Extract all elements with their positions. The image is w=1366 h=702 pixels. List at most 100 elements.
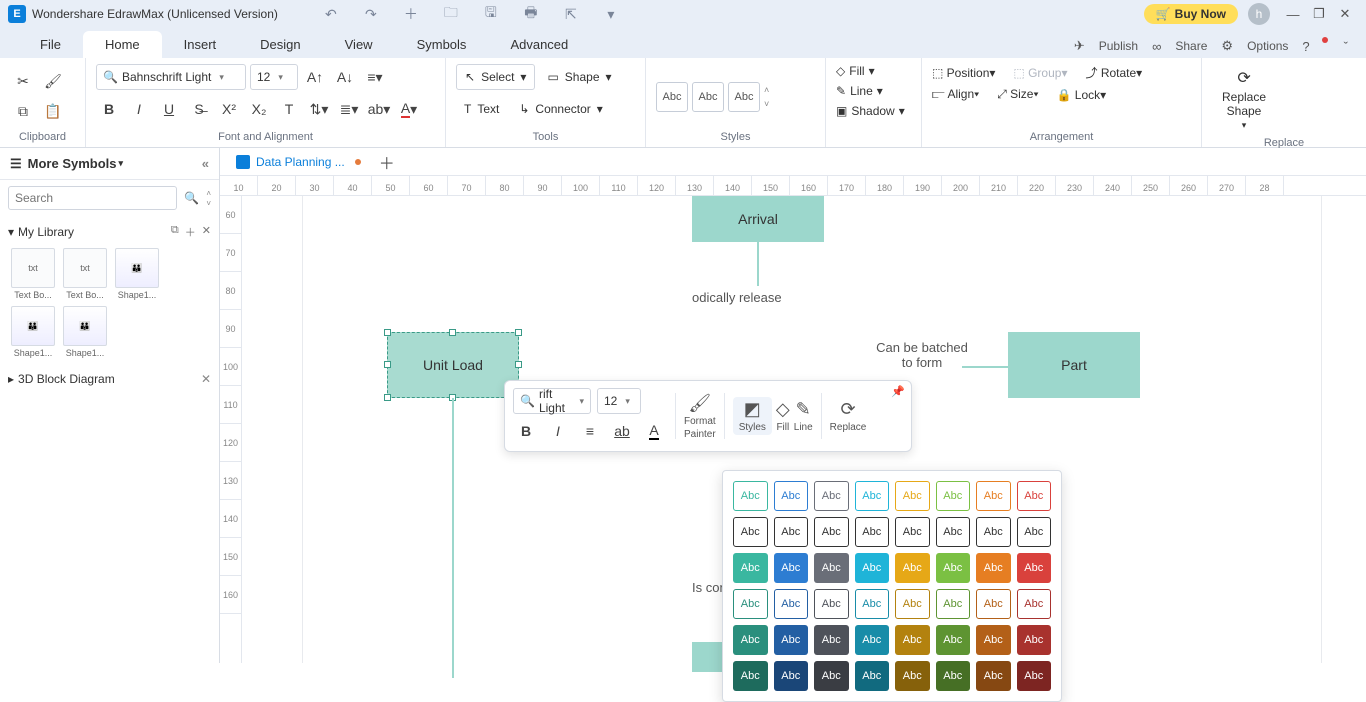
text-button[interactable]: T Text xyxy=(456,96,507,122)
style-swatch[interactable]: Abc xyxy=(936,661,971,691)
mini-bold-icon[interactable]: B xyxy=(513,418,539,444)
style-swatch[interactable]: Abc xyxy=(814,661,849,691)
style-swatch[interactable]: Abc xyxy=(855,661,890,691)
export-icon[interactable]: ⇱ xyxy=(558,1,584,27)
italic-icon[interactable]: I xyxy=(126,96,152,122)
connector-button[interactable]: ↳ Connector▾ xyxy=(511,96,610,122)
mini-fontcolor-icon[interactable]: A xyxy=(641,418,667,444)
mini-format-painter[interactable]: 🖌FormatPainter xyxy=(684,393,716,440)
style-swatch[interactable]: Abc xyxy=(855,625,890,655)
node-unit-load[interactable]: Unit Load xyxy=(387,332,519,398)
close-button[interactable]: ✕ xyxy=(1332,6,1358,22)
line-spacing-icon[interactable]: ⇅▾ xyxy=(306,96,332,122)
save-icon[interactable]: 🖫 xyxy=(478,1,504,27)
position-button[interactable]: ⬚ Position▾ xyxy=(932,66,995,80)
underline-icon[interactable]: U xyxy=(156,96,182,122)
pin-icon[interactable]: 📌 xyxy=(891,385,905,398)
symbol-search-input[interactable] xyxy=(8,186,177,210)
mini-align-icon[interactable]: ≡ xyxy=(577,418,603,444)
lock-button[interactable]: 🔒 Lock▾ xyxy=(1057,88,1107,102)
style-swatch[interactable]: Abc xyxy=(1017,481,1052,511)
highlight-icon[interactable]: ab▾ xyxy=(366,96,392,122)
mini-fill-button[interactable]: ◇Fill xyxy=(776,399,790,433)
undo-icon[interactable]: ↶ xyxy=(318,1,344,27)
select-button[interactable]: ↖ Select▾ xyxy=(456,64,535,90)
bold-icon[interactable]: B xyxy=(96,96,122,122)
strike-icon[interactable]: S̶ xyxy=(186,96,212,122)
style-swatch[interactable]: Abc xyxy=(774,625,809,655)
style-scroll-up[interactable]: ˄ xyxy=(764,85,769,95)
share-button[interactable]: Share xyxy=(1175,39,1207,53)
shrink-font-icon[interactable]: A↓ xyxy=(332,64,358,90)
format-painter-icon[interactable]: 🖌 xyxy=(40,69,66,95)
open-icon[interactable]: 🗀 xyxy=(438,1,464,27)
style-swatch[interactable]: Abc xyxy=(895,661,930,691)
style-swatch[interactable]: Abc xyxy=(733,661,768,691)
font-color-icon[interactable]: A▾ xyxy=(396,96,422,122)
library-thumb[interactable]: 👪Shape1... xyxy=(114,248,160,300)
style-swatch[interactable]: Abc xyxy=(895,517,930,547)
style-swatch[interactable]: Abc xyxy=(976,661,1011,691)
maximize-button[interactable]: ❐ xyxy=(1306,6,1332,22)
mini-line-button[interactable]: ✎Line xyxy=(794,399,813,433)
style-swatch[interactable]: Abc xyxy=(855,589,890,619)
tab-design[interactable]: Design xyxy=(238,31,322,58)
group-button[interactable]: ⬚ Group▾ xyxy=(1013,66,1067,80)
style-swatch[interactable]: Abc xyxy=(855,481,890,511)
cut-icon[interactable]: ✂ xyxy=(10,69,36,95)
style-scroll-down[interactable]: ˅ xyxy=(764,99,769,109)
connector[interactable] xyxy=(452,398,454,678)
mini-font-combo[interactable]: 🔍rift Light▾ xyxy=(513,388,591,414)
qat-more-icon[interactable]: ▾ xyxy=(598,1,624,27)
style-swatch[interactable]: Abc xyxy=(1017,625,1052,655)
style-swatch[interactable]: Abc xyxy=(814,517,849,547)
category-close-icon[interactable]: ✕ xyxy=(201,372,211,386)
publish-button[interactable]: Publish xyxy=(1099,39,1138,53)
my-library-header[interactable]: ▾ My Library ⧉＋✕ xyxy=(8,220,211,244)
style-swatch[interactable]: Abc xyxy=(733,517,768,547)
collapse-panel-icon[interactable]: « xyxy=(202,156,209,171)
style-swatch[interactable]: Abc xyxy=(814,553,849,583)
size-button[interactable]: ⤢ Size▾ xyxy=(997,87,1038,102)
style-swatch[interactable]: Abc xyxy=(1017,661,1052,691)
lib-add-icon[interactable]: ＋ xyxy=(185,224,196,240)
style-swatch[interactable]: Abc xyxy=(1017,589,1052,619)
library-thumb[interactable]: txtText Bo... xyxy=(62,248,108,300)
mini-styles-button[interactable]: ◩Styles xyxy=(733,397,772,435)
style-swatch[interactable]: Abc xyxy=(814,481,849,511)
new-icon[interactable]: ＋ xyxy=(398,1,424,27)
style-swatch[interactable]: Abc xyxy=(1017,517,1052,547)
mini-size-combo[interactable]: 12▾ xyxy=(597,388,641,414)
options-button[interactable]: Options xyxy=(1247,39,1288,53)
mini-italic-icon[interactable]: I xyxy=(545,418,571,444)
search-prev-icon[interactable]: ˄ xyxy=(206,189,211,198)
fill-button[interactable]: ◇ Fill▾ xyxy=(836,64,875,78)
superscript-icon[interactable]: X² xyxy=(216,96,242,122)
search-icon[interactable]: 🔍 xyxy=(181,191,202,205)
library-thumb[interactable]: 👪Shape1... xyxy=(10,306,56,358)
minimize-button[interactable]: — xyxy=(1280,7,1306,22)
style-swatch[interactable]: Abc xyxy=(976,625,1011,655)
tab-symbols[interactable]: Symbols xyxy=(395,31,489,58)
style-swatch[interactable]: Abc xyxy=(895,553,930,583)
library-thumb[interactable]: txtText Bo... xyxy=(10,248,56,300)
connector[interactable] xyxy=(962,366,1008,368)
more-symbols-button[interactable]: ☰ More Symbols▾« xyxy=(0,148,219,180)
rotate-button[interactable]: ⤴ Rotate▾ xyxy=(1085,64,1142,81)
style-swatch[interactable]: Abc xyxy=(774,589,809,619)
shape-button[interactable]: ▭ Shape▾ xyxy=(539,64,619,90)
style-swatch[interactable]: Abc xyxy=(936,481,971,511)
copy-icon[interactable]: ⧉ xyxy=(10,99,36,125)
document-tab[interactable]: Data Planning ... xyxy=(226,151,371,173)
style-swatch[interactable]: Abc xyxy=(774,553,809,583)
tab-file[interactable]: File xyxy=(18,31,83,58)
search-next-icon[interactable]: ˅ xyxy=(206,199,211,208)
mini-replace-button[interactable]: ⟳Replace xyxy=(830,399,867,433)
mini-highlight-icon[interactable]: ab xyxy=(609,418,635,444)
style-swatch[interactable]: Abc xyxy=(976,553,1011,583)
style-swatch[interactable]: Abc xyxy=(774,661,809,691)
style-preset[interactable]: Abc xyxy=(656,82,688,112)
align-dropdown-icon[interactable]: ≡▾ xyxy=(362,64,388,90)
new-tab-button[interactable]: ＋ xyxy=(379,150,395,174)
grow-font-icon[interactable]: A↑ xyxy=(302,64,328,90)
